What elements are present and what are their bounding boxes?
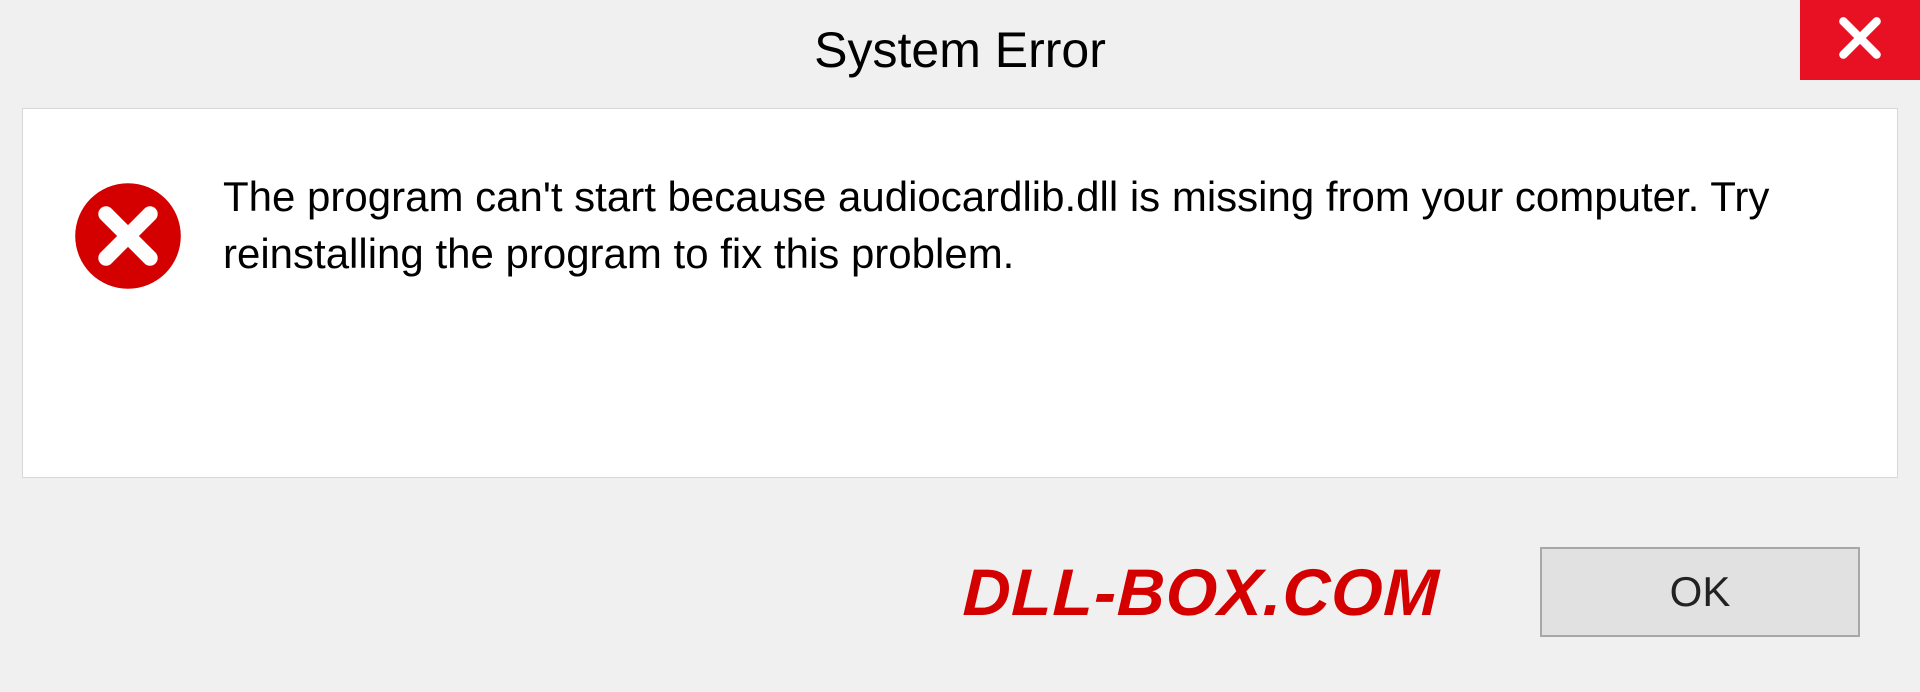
error-message: The program can't start because audiocar… bbox=[223, 169, 1847, 282]
titlebar: System Error bbox=[0, 0, 1920, 100]
watermark-text: DLL-BOX.COM bbox=[962, 554, 1441, 630]
error-icon bbox=[73, 181, 183, 291]
close-button[interactable] bbox=[1800, 0, 1920, 80]
dialog-footer: DLL-BOX.COM OK bbox=[0, 492, 1920, 692]
message-panel: The program can't start because audiocar… bbox=[22, 108, 1898, 478]
ok-button[interactable]: OK bbox=[1540, 547, 1860, 637]
dialog-title: System Error bbox=[814, 21, 1106, 79]
ok-button-label: OK bbox=[1670, 568, 1731, 616]
close-icon bbox=[1835, 13, 1885, 68]
